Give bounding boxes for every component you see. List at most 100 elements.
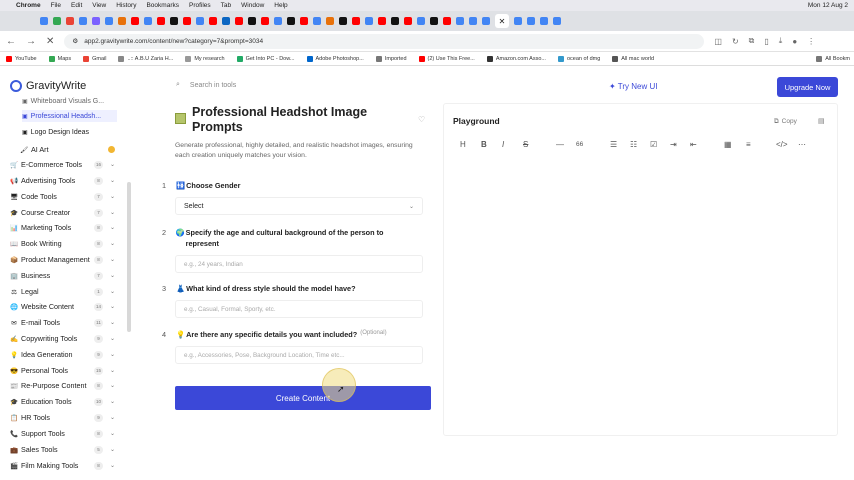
- tab-favicon[interactable]: [482, 17, 490, 25]
- tab-favicon[interactable]: [326, 17, 334, 25]
- more-icon[interactable]: ⋯: [798, 140, 806, 149]
- menu-profiles[interactable]: Profiles: [189, 2, 211, 9]
- sidebar-item-personal-tools[interactable]: 😎 Personal Tools 15 ⌄: [10, 364, 115, 377]
- tab-favicon[interactable]: [131, 17, 139, 25]
- tab-favicon[interactable]: [339, 17, 347, 25]
- extension-icon[interactable]: ↻: [732, 37, 739, 46]
- sidebar-item-film-making[interactable]: 🎬 Film Making Tools 8 ⌄: [10, 459, 115, 472]
- close-icon[interactable]: ✕: [499, 17, 506, 26]
- sidebar-item-code[interactable]: 🖥 Code Tools 7 ⌄: [10, 190, 115, 203]
- tab-favicon[interactable]: [53, 17, 61, 25]
- sidebar-item-repurpose[interactable]: 📰 Re-Purpose Content 8 ⌄: [10, 379, 115, 392]
- tab-favicon[interactable]: [456, 17, 464, 25]
- tab-favicon[interactable]: [235, 17, 243, 25]
- bookmark-imported[interactable]: Imported: [375, 55, 407, 62]
- bookmark-abu[interactable]: ..:: A.B.U Zaria H...: [118, 55, 173, 62]
- profile-icon[interactable]: ●: [792, 37, 797, 46]
- sidebar-item-ecommerce[interactable]: 🛒 E-Commerce Tools 16 ⌄: [10, 158, 115, 171]
- tab-favicon[interactable]: [118, 17, 126, 25]
- site-info-icon[interactable]: ⚙: [72, 37, 78, 45]
- dress-style-input[interactable]: e.g., Casual, Formal, Sporty, etc.: [175, 300, 423, 318]
- logo[interactable]: GravityWrite: [10, 80, 86, 92]
- sidebar-subitem-professional-headshot[interactable]: ▣ Professional Headsh...: [22, 110, 117, 122]
- tab-favicon[interactable]: [209, 17, 217, 25]
- document-icon[interactable]: ▤: [818, 117, 825, 125]
- strikethrough-button[interactable]: S: [523, 140, 528, 149]
- tab-favicon[interactable]: [540, 17, 548, 25]
- sidebar-subitem-logo-design[interactable]: ▣ Logo Design Ideas: [22, 126, 89, 138]
- code-icon[interactable]: </>: [776, 140, 788, 149]
- bookmark-amazon[interactable]: Amazon.com Asso...: [486, 55, 546, 62]
- tab-favicon[interactable]: [287, 17, 295, 25]
- outdent-icon[interactable]: ⇤: [690, 140, 697, 149]
- sidebar-item-advertising[interactable]: 📢 Advertising Tools 8 ⌄: [10, 174, 115, 187]
- try-new-ui-link[interactable]: ✦ Try New UI: [609, 82, 657, 91]
- bullet-list-icon[interactable]: ☰: [610, 140, 617, 149]
- tab-favicon[interactable]: [365, 17, 373, 25]
- menu-view[interactable]: View: [92, 2, 106, 9]
- sidebar-item-copywriting[interactable]: ✍ Copywriting Tools 9 ⌄: [10, 332, 115, 345]
- tab-favicon[interactable]: [404, 17, 412, 25]
- bookmark-oceanofdmg[interactable]: ocean of dmg: [557, 55, 600, 62]
- upgrade-button[interactable]: Upgrade Now: [777, 77, 838, 97]
- sidebar-item-website-content[interactable]: 🌐 Website Content 14 ⌄: [10, 300, 115, 313]
- bookmark-usefree[interactable]: (2) Use This Free...: [418, 55, 475, 62]
- sidebar-scrollbar[interactable]: [127, 182, 131, 332]
- align-icon[interactable]: ≡: [746, 140, 751, 149]
- sidebar-item-idea-generation[interactable]: 💡 Idea Generation 9 ⌄: [10, 348, 115, 361]
- tab-favicon[interactable]: [514, 17, 522, 25]
- tab-favicon[interactable]: [391, 17, 399, 25]
- sidebar-item-business[interactable]: 🏢 Business 7 ⌄: [10, 269, 115, 282]
- tab-favicon[interactable]: [144, 17, 152, 25]
- bookmark-allmacworld[interactable]: All mac world: [612, 55, 654, 62]
- copy-button[interactable]: ⧉ Copy: [774, 118, 797, 126]
- tool-search[interactable]: ⌕ Search in tools: [176, 81, 236, 89]
- numbered-list-icon[interactable]: ☷: [630, 140, 637, 149]
- menu-history[interactable]: History: [116, 2, 136, 9]
- bookmark-maps[interactable]: Maps: [48, 55, 71, 62]
- bookmark-getintopc[interactable]: Get Into PC - Dow...: [236, 55, 295, 62]
- tab-favicon[interactable]: [40, 17, 48, 25]
- gender-select[interactable]: Select ⌄: [175, 197, 423, 215]
- sidebar-icon[interactable]: ▯: [764, 37, 768, 46]
- tab-favicon[interactable]: [430, 17, 438, 25]
- back-icon[interactable]: ←: [6, 36, 16, 47]
- tab-favicon[interactable]: [79, 17, 87, 25]
- indent-icon[interactable]: ⇥: [670, 140, 677, 149]
- tab-favicon[interactable]: [352, 17, 360, 25]
- tab-favicon[interactable]: [157, 17, 165, 25]
- tab-favicon[interactable]: [170, 17, 178, 25]
- bookmark-gmail[interactable]: Gmail: [83, 55, 106, 62]
- checklist-icon[interactable]: ☑: [650, 140, 657, 149]
- sidebar-subitem-whiteboard[interactable]: ▣ Whiteboard Visuals G...: [22, 95, 104, 107]
- forward-icon[interactable]: →: [26, 36, 36, 47]
- menu-window[interactable]: Window: [241, 2, 264, 9]
- loading-icon[interactable]: ✕: [46, 36, 54, 47]
- tab-favicon[interactable]: [66, 17, 74, 25]
- heart-icon[interactable]: ♡: [418, 115, 425, 124]
- bookmark-research[interactable]: My research: [185, 55, 225, 62]
- sidebar-item-email-tools[interactable]: ✉ E-mail Tools 11 ⌄: [10, 316, 115, 329]
- menu-help[interactable]: Help: [274, 2, 287, 9]
- sidebar-item-book-writing[interactable]: 📖 Book Writing 8 ⌄: [10, 237, 115, 250]
- tab-favicon[interactable]: [553, 17, 561, 25]
- sidebar-item-sales-tools[interactable]: 💼 Sales Tools 5 ⌄: [10, 443, 115, 456]
- tab-favicon[interactable]: [274, 17, 282, 25]
- age-background-input[interactable]: e.g., 24 years, Indian: [175, 255, 423, 273]
- sidebar-item-marketing[interactable]: 📊 Marketing Tools 8 ⌄: [10, 221, 115, 234]
- horizontal-rule-button[interactable]: —: [556, 140, 564, 149]
- menu-edit[interactable]: Edit: [71, 2, 82, 9]
- more-icon[interactable]: ⋮: [807, 37, 815, 46]
- sidebar-item-hr-tools[interactable]: 📋 HR Tools 9 ⌄: [10, 411, 115, 424]
- search-input[interactable]: Search in tools: [190, 82, 236, 89]
- create-content-button[interactable]: Create Content: [175, 386, 431, 410]
- extensions-puzzle-icon[interactable]: ⧉: [749, 36, 755, 46]
- menu-bookmarks[interactable]: Bookmarks: [146, 2, 179, 9]
- address-bar[interactable]: ⚙ app2.gravitywrite.com/content/new?cate…: [64, 33, 705, 49]
- download-icon[interactable]: ⤓: [779, 36, 783, 46]
- sidebar-item-support-tools[interactable]: 📞 Support Tools 8 ⌄: [10, 427, 115, 440]
- tab-favicon[interactable]: [417, 17, 425, 25]
- tab-favicon[interactable]: [378, 17, 386, 25]
- tab-favicon[interactable]: [105, 17, 113, 25]
- sidebar-item-ai-art[interactable]: 🖌 AI Art: [20, 143, 115, 156]
